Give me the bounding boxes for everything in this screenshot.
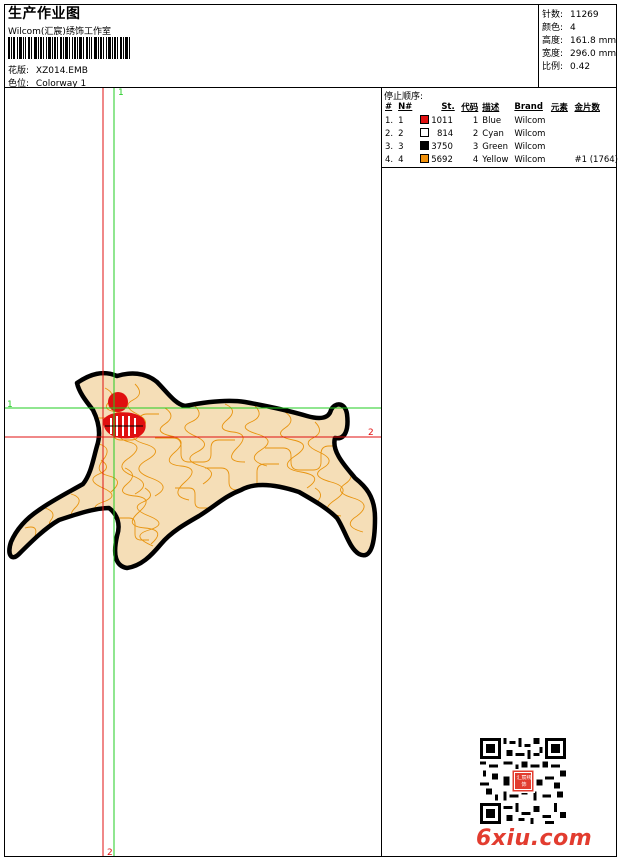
row-element (549, 140, 573, 153)
col-header-sequin: 金片数 (574, 103, 600, 113)
row-index: 1. (385, 115, 394, 126)
row-element (549, 153, 573, 166)
row-index: 2. (385, 128, 394, 139)
row-sequin (572, 140, 620, 153)
stitch-count: 814 (436, 129, 454, 139)
stat-label: 颜色: (542, 23, 564, 33)
color-swatch (420, 141, 430, 150)
stitch-count: 3750 (431, 142, 453, 152)
color-swatch (420, 115, 430, 124)
row-desc: Yellow (482, 154, 509, 165)
row-sequin: #1 (1764) (574, 154, 619, 165)
row-stitches: 5692 (418, 153, 457, 166)
design-canvas (5, 88, 381, 856)
pattern-value: XZ014.EMB (35, 66, 88, 76)
row-brand: Wilcom (514, 115, 546, 126)
col-header-stitches: St. (441, 102, 455, 112)
guide-label-green-v: 1 (118, 88, 124, 98)
color-swatch (420, 154, 430, 163)
barcode-image (8, 37, 130, 59)
row-brand: Wilcom (514, 154, 546, 165)
stat-value: 11269 (570, 10, 599, 20)
row-n: 3 (398, 141, 404, 152)
stat-label: 针数: (542, 10, 564, 20)
guide-label-green-h: 1 (7, 400, 13, 410)
stat-scale: 比例: 0.42 (542, 59, 590, 72)
row-stitches: 814 (418, 127, 457, 140)
col-header-code: 代码 (461, 103, 479, 113)
stitch-count: 5692 (431, 155, 453, 165)
table-row: 2. 2 814 2 Cyan Wilcom (383, 127, 620, 140)
table-header-row: # N# St. 代码 描述 Brand 元素 金片数 (383, 100, 620, 114)
stat-height: 高度: 161.8 mm (542, 33, 616, 46)
row-brand: Wilcom (514, 128, 546, 139)
row-code: 4 (472, 154, 479, 165)
stat-value: 161.8 mm (570, 36, 617, 46)
stat-value: 4 (570, 23, 576, 33)
row-stitches: 1011 (418, 114, 457, 127)
row-brand: Wilcom (514, 141, 546, 152)
page-title: 生产作业图 (8, 6, 81, 22)
row-code: 2 (472, 128, 479, 139)
stat-value: 296.0 mm (570, 49, 617, 59)
seal-stamp: 汇宸绣饰 (516, 775, 532, 788)
thread-table: # N# St. 代码 描述 Brand 元素 金片数 1. 1 1011 1 … (383, 100, 620, 166)
pattern-label: 花版: (8, 66, 30, 76)
row-element (549, 114, 573, 127)
row-n: 4 (398, 154, 404, 165)
color-swatch (420, 128, 430, 137)
stat-stitches: 针数: 11269 (542, 7, 599, 20)
stat-width: 宽度: 296.0 mm (542, 46, 616, 59)
pattern-info: 花版: XZ014.EMB (8, 63, 88, 76)
table-bottom-divider (381, 167, 617, 168)
col-header-element: 元素 (550, 103, 568, 113)
col-header-index: # (385, 102, 393, 112)
stat-label: 高度: (542, 36, 564, 46)
table-row: 4. 4 5692 4 Yellow Wilcom #1 (1764) (383, 153, 620, 166)
stat-value: 0.42 (570, 62, 591, 72)
watermark-text: 6xiu.com (476, 826, 593, 851)
row-n: 1 (398, 115, 404, 126)
row-n: 2 (398, 128, 404, 139)
row-sequin (572, 114, 620, 127)
row-code: 3 (472, 141, 479, 152)
row-desc: Green (482, 141, 509, 152)
table-row: 3. 3 3750 3 Green Wilcom (383, 140, 620, 153)
row-desc: Blue (482, 115, 502, 126)
panel-divider (381, 87, 382, 857)
row-desc: Cyan (482, 128, 504, 139)
stat-label: 宽度: (542, 49, 564, 59)
guide-label-red-h: 2 (368, 428, 374, 438)
row-code: 1 (472, 115, 479, 126)
page-subtitle: Wilcom(汇宸)绣饰工作室 (8, 27, 111, 37)
table-row: 1. 1 1011 1 Blue Wilcom (383, 114, 620, 127)
row-stitches: 3750 (418, 140, 457, 153)
stat-label: 比例: (542, 62, 564, 72)
stat-colors: 颜色: 4 (542, 20, 576, 33)
col-header-desc: 描述 (482, 103, 500, 113)
row-index: 4. (385, 154, 394, 165)
col-header-n: N# (398, 102, 413, 112)
col-header-brand: Brand (514, 102, 543, 112)
header-stats-divider (538, 4, 539, 87)
row-element (549, 127, 573, 140)
guide-label-red-v: 2 (107, 848, 113, 858)
stitch-count: 1011 (431, 116, 453, 126)
row-sequin (572, 127, 620, 140)
row-index: 3. (385, 141, 394, 152)
